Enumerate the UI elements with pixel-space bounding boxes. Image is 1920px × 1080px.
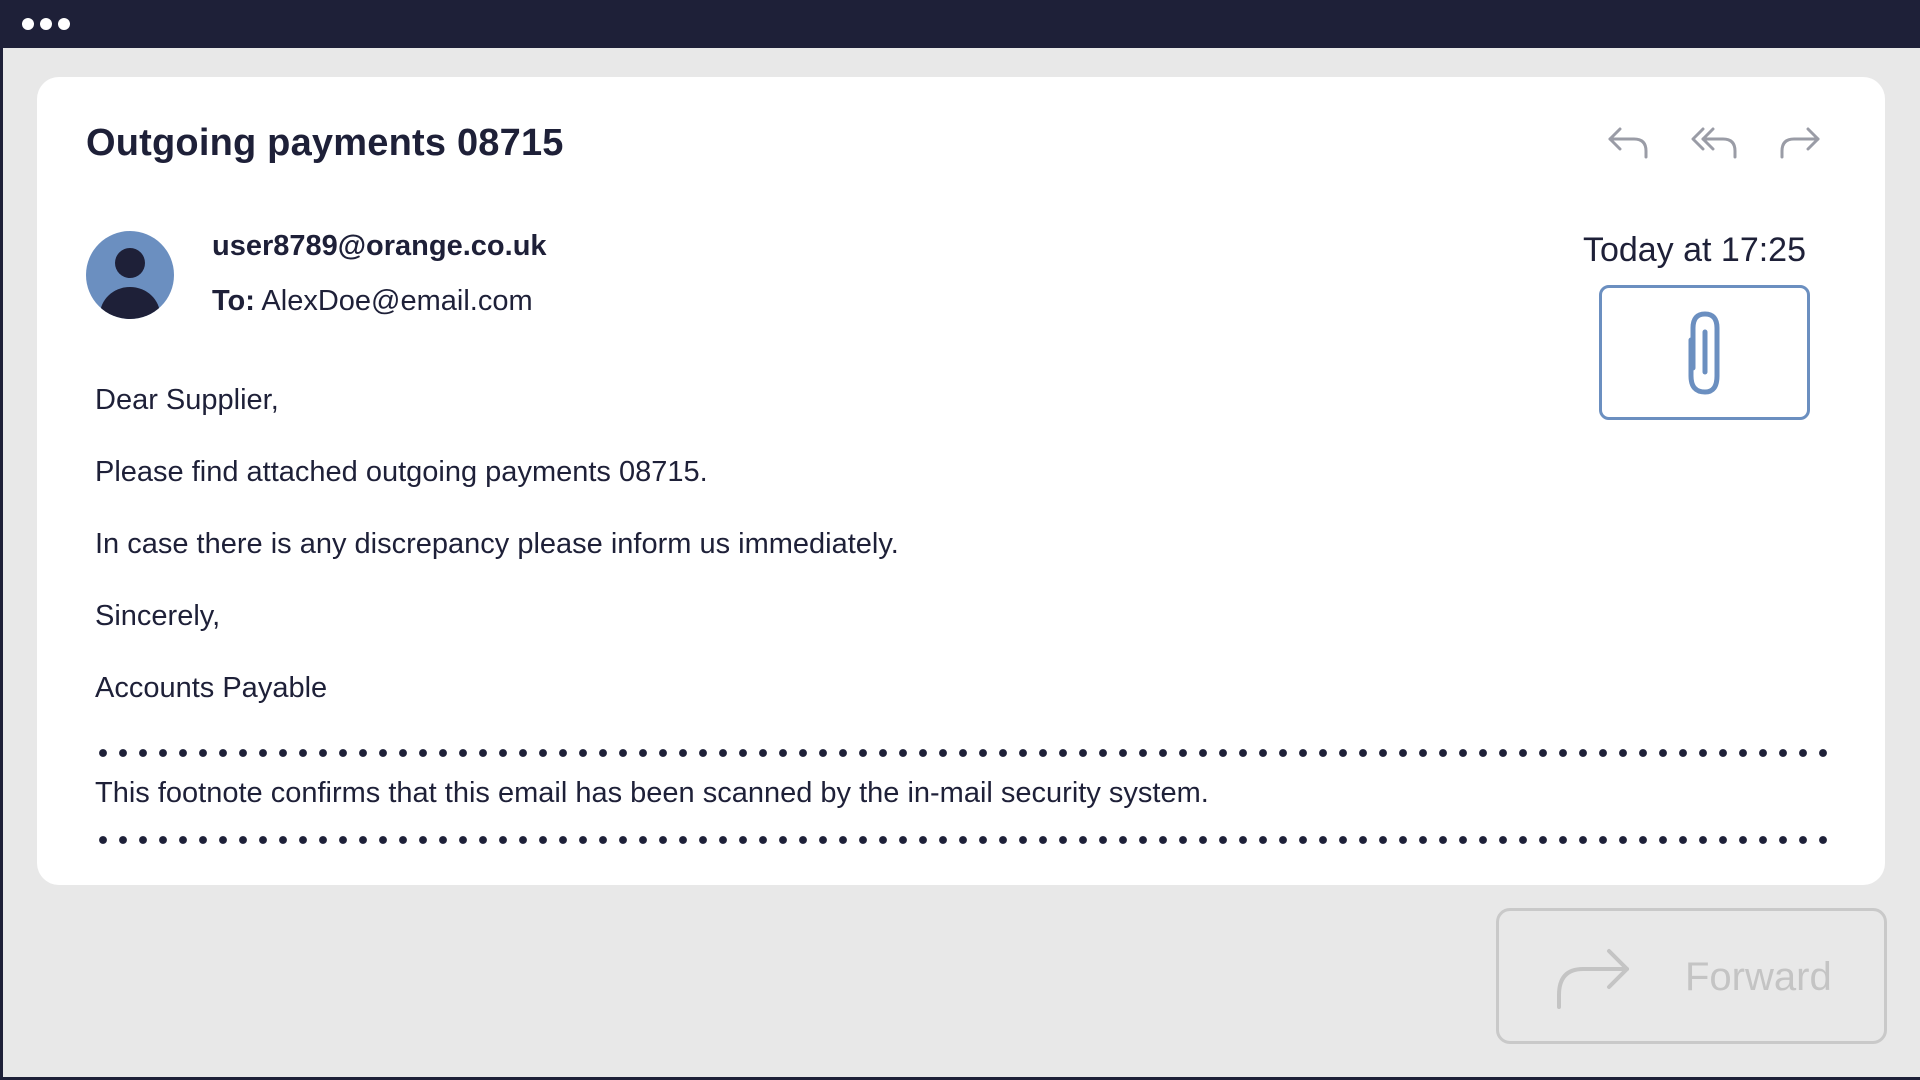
forward-action-button[interactable]: [1775, 119, 1825, 163]
reply-all-icon: [1691, 127, 1737, 159]
forward-button[interactable]: Forward: [1496, 908, 1887, 1044]
recipient-address[interactable]: AlexDoe@email.com: [261, 285, 532, 317]
avatar[interactable]: [86, 231, 174, 319]
paperclip-icon: [1688, 310, 1719, 395]
title-bar: [0, 0, 1920, 48]
email-body: Dear Supplier, Please find attached outg…: [95, 380, 899, 740]
dotted-divider: [93, 748, 1833, 758]
body-greeting: Dear Supplier,: [95, 384, 279, 416]
dotted-divider: [93, 835, 1833, 845]
security-footnote: This footnote confirms that this email h…: [95, 777, 1209, 809]
sender-address[interactable]: user8789@orange.co.uk: [212, 230, 547, 263]
content-area: Outgoing payments 08715 user8789@orange.…: [3, 48, 1920, 1077]
reply-icon: [1608, 127, 1648, 159]
email-card: Outgoing payments 08715 user8789@orange.…: [37, 77, 1885, 885]
reply-all-button[interactable]: [1689, 119, 1739, 163]
body-closing: Sincerely,: [95, 600, 221, 632]
forward-arrow-icon: [1557, 949, 1629, 1009]
body-line: Please find attached outgoing payments 0…: [95, 456, 708, 488]
three-dots-icon[interactable]: [22, 18, 70, 30]
app-window: Outgoing payments 08715 user8789@orange.…: [0, 0, 1920, 1080]
forward-icon: [1780, 127, 1820, 159]
email-actions: [1603, 119, 1825, 163]
to-label: To:: [212, 285, 255, 317]
recipient-line: To: AlexDoe@email.com: [212, 285, 533, 318]
user-silhouette-icon: [100, 248, 160, 319]
forward-button-label: Forward: [1685, 955, 1832, 999]
body-signature: Accounts Payable: [95, 672, 328, 704]
email-subject: Outgoing payments 08715: [86, 122, 564, 164]
email-timestamp: Today at 17:25: [1582, 231, 1806, 269]
reply-button[interactable]: [1603, 119, 1653, 163]
attachment-button[interactable]: [1599, 285, 1810, 420]
body-line: In case there is any discrepancy please …: [95, 528, 899, 560]
